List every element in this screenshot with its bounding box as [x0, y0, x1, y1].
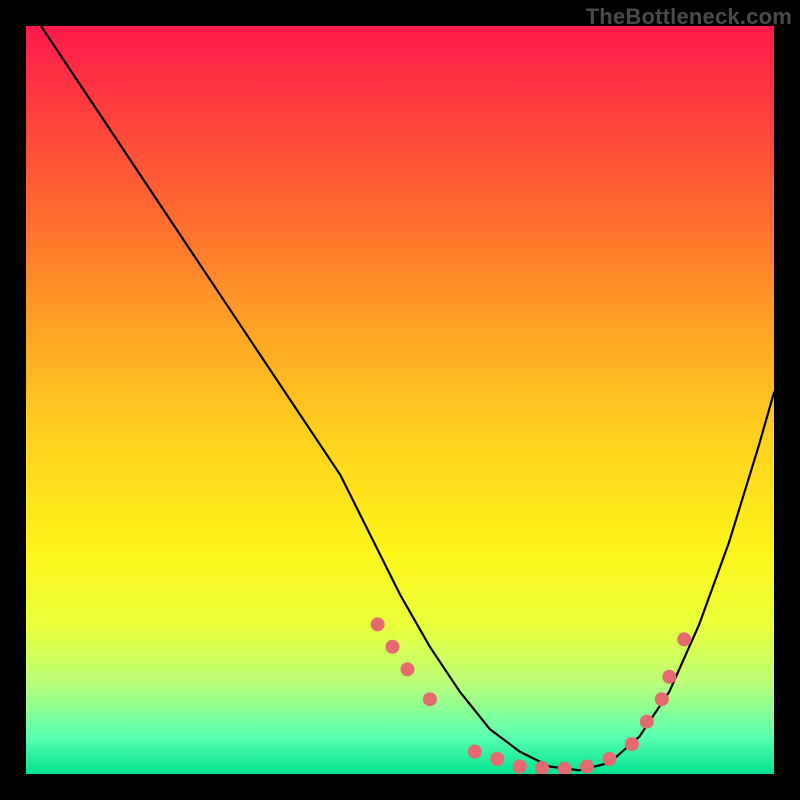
marker-dot [386, 640, 400, 654]
marker-dot [401, 662, 415, 676]
curve-markers [371, 617, 692, 774]
marker-dot [625, 737, 639, 751]
marker-dot [662, 670, 676, 684]
marker-dot [640, 715, 654, 729]
marker-dot [513, 760, 527, 774]
plot-area [26, 26, 774, 774]
marker-dot [423, 692, 437, 706]
chart-frame: TheBottleneck.com [0, 0, 800, 800]
marker-dot [655, 692, 669, 706]
marker-dot [371, 617, 385, 631]
bottleneck-curve [41, 26, 774, 770]
marker-dot [490, 752, 504, 766]
curve-layer [26, 26, 774, 774]
marker-dot [602, 752, 616, 766]
marker-dot [468, 745, 482, 759]
marker-dot [580, 760, 594, 774]
marker-dot [677, 632, 691, 646]
marker-dot [535, 761, 549, 774]
marker-dot [558, 762, 572, 774]
